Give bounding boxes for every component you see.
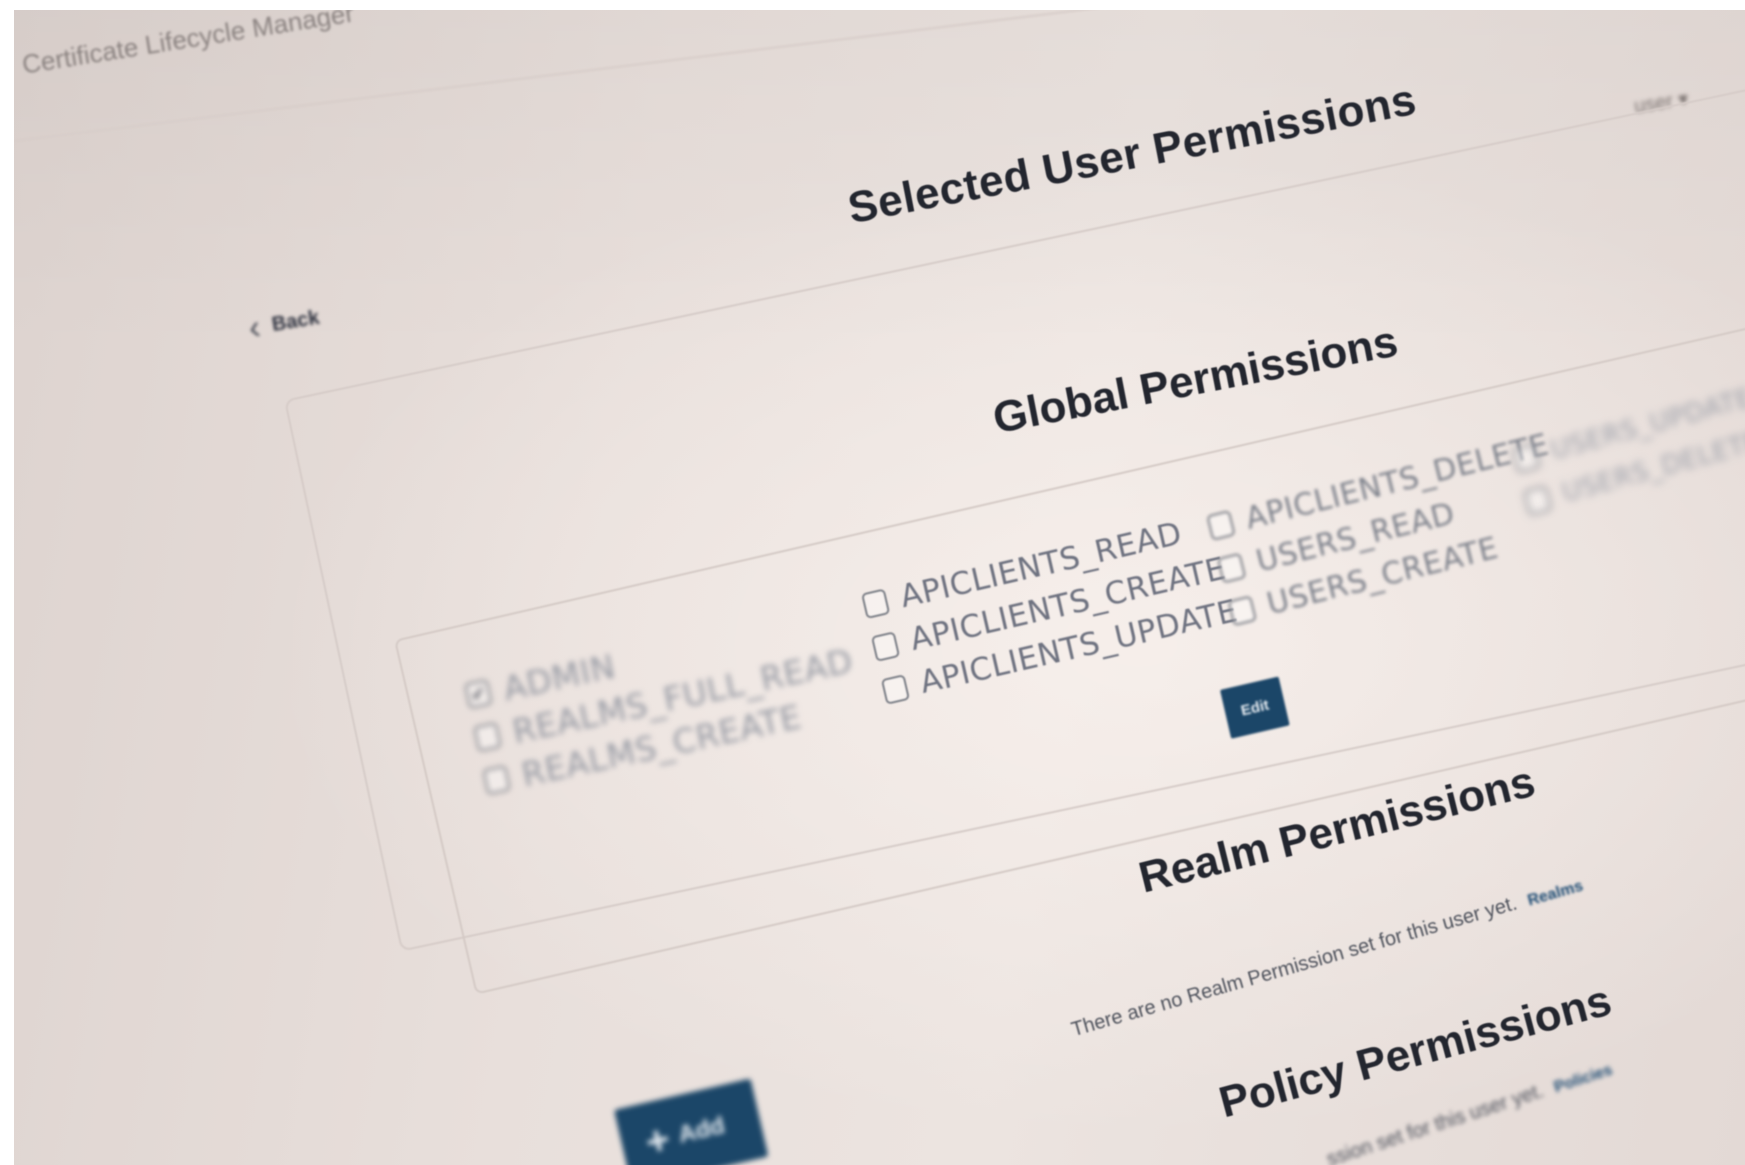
checkbox[interactable] [1227,595,1258,627]
policies-link[interactable]: Policies [1552,1061,1615,1096]
checkbox[interactable] [473,721,502,753]
chevron-left-icon: ‹ [246,308,264,348]
back-label: Back [270,306,321,336]
back-link[interactable]: ‹ Back [246,299,322,349]
checkbox[interactable] [1511,442,1542,474]
plus-icon: + [641,1116,675,1165]
checkbox[interactable] [1216,552,1247,584]
policy-permissions-title: Policy Permissions [1214,975,1617,1128]
add-label: Add [675,1111,728,1149]
checkbox[interactable] [1206,509,1236,541]
app-title: Certificate Lifecycle Manager [20,10,356,80]
app-window: Certificate Lifecycle Manager user ▾ Sel… [14,10,1745,1165]
checkbox[interactable] [880,674,911,705]
checkbox[interactable] [482,764,512,796]
add-button[interactable]: + Add [614,1078,769,1165]
checkbox[interactable] [861,588,891,620]
checkbox[interactable] [870,631,901,662]
realms-link[interactable]: Realms [1526,878,1585,910]
checkbox[interactable] [1522,484,1553,517]
checkbox-checked[interactable]: ✔ [463,678,493,710]
